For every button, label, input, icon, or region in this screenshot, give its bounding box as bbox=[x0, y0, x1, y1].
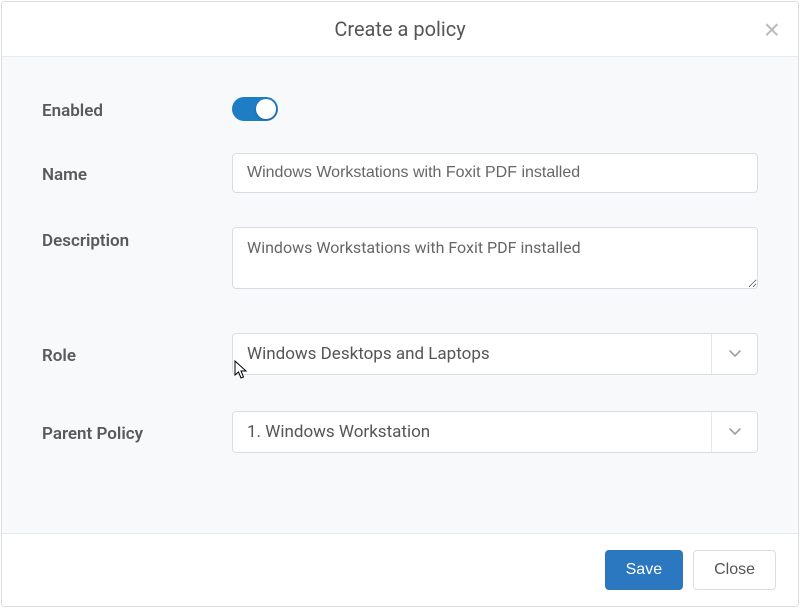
parent-policy-select-arrow bbox=[711, 412, 757, 452]
parent-policy-field: 1. Windows Workstation bbox=[232, 411, 758, 453]
modal-header: Create a policy × bbox=[2, 2, 798, 57]
save-button[interactable]: Save bbox=[605, 550, 683, 590]
chevron-down-icon bbox=[729, 350, 741, 358]
enabled-label: Enabled bbox=[42, 97, 232, 121]
parent-policy-value: 1. Windows Workstation bbox=[233, 422, 711, 442]
name-row: Name bbox=[42, 153, 758, 193]
description-row: Description bbox=[42, 227, 758, 293]
chevron-down-icon bbox=[729, 428, 741, 436]
modal-title: Create a policy bbox=[334, 17, 465, 41]
enabled-field bbox=[232, 97, 758, 121]
role-value: Windows Desktops and Laptops bbox=[233, 344, 711, 364]
role-field: Windows Desktops and Laptops bbox=[232, 333, 758, 375]
parent-policy-label: Parent Policy bbox=[42, 420, 232, 444]
name-input[interactable] bbox=[232, 153, 758, 193]
role-select[interactable]: Windows Desktops and Laptops bbox=[232, 333, 758, 375]
description-label: Description bbox=[42, 227, 232, 251]
parent-policy-row: Parent Policy 1. Windows Workstation bbox=[42, 411, 758, 453]
modal-body: Enabled Name Description Role Wind bbox=[2, 57, 798, 534]
toggle-knob bbox=[256, 99, 276, 119]
enabled-toggle[interactable] bbox=[232, 97, 278, 121]
close-button[interactable]: Close bbox=[693, 550, 776, 590]
modal-footer: Save Close bbox=[2, 534, 798, 606]
name-field bbox=[232, 153, 758, 193]
close-icon[interactable]: × bbox=[760, 12, 784, 48]
parent-policy-select[interactable]: 1. Windows Workstation bbox=[232, 411, 758, 453]
description-field bbox=[232, 227, 758, 293]
enabled-row: Enabled bbox=[42, 97, 758, 121]
create-policy-modal: Create a policy × Enabled Name Descripti… bbox=[1, 1, 799, 607]
role-label: Role bbox=[42, 342, 232, 366]
name-label: Name bbox=[42, 161, 232, 185]
role-row: Role Windows Desktops and Laptops bbox=[42, 333, 758, 375]
role-select-arrow bbox=[711, 334, 757, 374]
description-input[interactable] bbox=[232, 227, 758, 289]
